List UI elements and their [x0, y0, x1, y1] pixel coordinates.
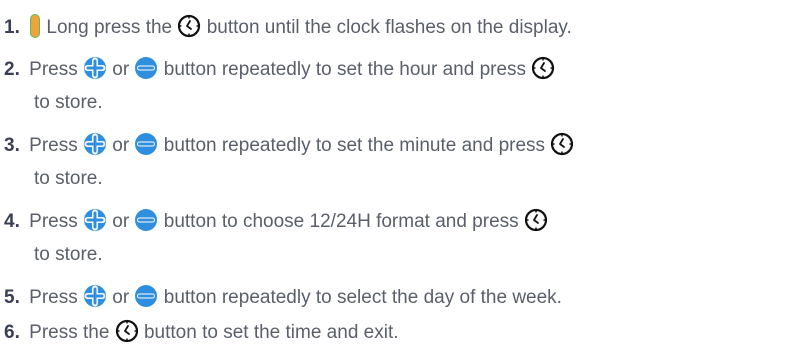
minus-button-icon: [134, 56, 158, 80]
step-text: or: [112, 135, 130, 156]
step-text: Press: [29, 135, 78, 156]
step-text: Press: [29, 211, 78, 232]
step-4: 4. Press or button to choose 12/24H form…: [4, 205, 548, 271]
step-text: or: [112, 59, 130, 80]
step-6: 6. Press the button to set the time and …: [4, 316, 399, 349]
clock-button-icon: [531, 56, 555, 80]
clock-button-icon: [177, 14, 201, 38]
step-3: 3. Press or button repeatedly to set the…: [4, 129, 574, 195]
step-number: 4.: [4, 211, 20, 232]
step-number: 5.: [4, 287, 20, 308]
step-text-continuation: to store.: [34, 168, 103, 189]
step-text: or: [112, 211, 130, 232]
step-text: or: [112, 287, 130, 308]
step-text: Press the: [29, 322, 110, 343]
step-2: 2. Press or button repeatedly to set the…: [4, 53, 555, 119]
clock-button-icon: [524, 208, 548, 232]
step-text-continuation: to store.: [34, 92, 103, 113]
step-text: button to set the time and exit.: [143, 322, 399, 343]
step-number: 2.: [4, 59, 20, 80]
step-text: Press: [29, 287, 78, 308]
plus-button-icon: [83, 208, 107, 232]
clock-button-icon: [115, 319, 139, 343]
step-text: button repeatedly to set the minute and …: [163, 135, 546, 156]
orange-green-indicator-icon: [29, 13, 41, 39]
step-number: 3.: [4, 135, 20, 156]
step-number: 6.: [4, 322, 20, 343]
plus-button-icon: [83, 56, 107, 80]
clock-button-icon: [550, 132, 574, 156]
step-1: 1. Long press the button until the clock…: [4, 11, 572, 44]
step-text: button until the clock flashes on the di…: [206, 17, 572, 38]
step-text: button repeatedly to set the hour and pr…: [163, 59, 527, 80]
step-text: button to choose 12/24H format and press: [163, 211, 519, 232]
step-number: 1.: [4, 17, 20, 38]
step-text: Long press the: [46, 17, 173, 38]
step-text-continuation: to store.: [34, 244, 103, 265]
step-5: 5. Press or button repeatedly to select …: [4, 281, 562, 314]
step-text: Press: [29, 59, 78, 80]
step-text: button repeatedly to select the day of t…: [163, 287, 562, 308]
minus-button-icon: [134, 208, 158, 232]
plus-button-icon: [83, 132, 107, 156]
minus-button-icon: [134, 132, 158, 156]
plus-button-icon: [83, 284, 107, 308]
minus-button-icon: [134, 284, 158, 308]
